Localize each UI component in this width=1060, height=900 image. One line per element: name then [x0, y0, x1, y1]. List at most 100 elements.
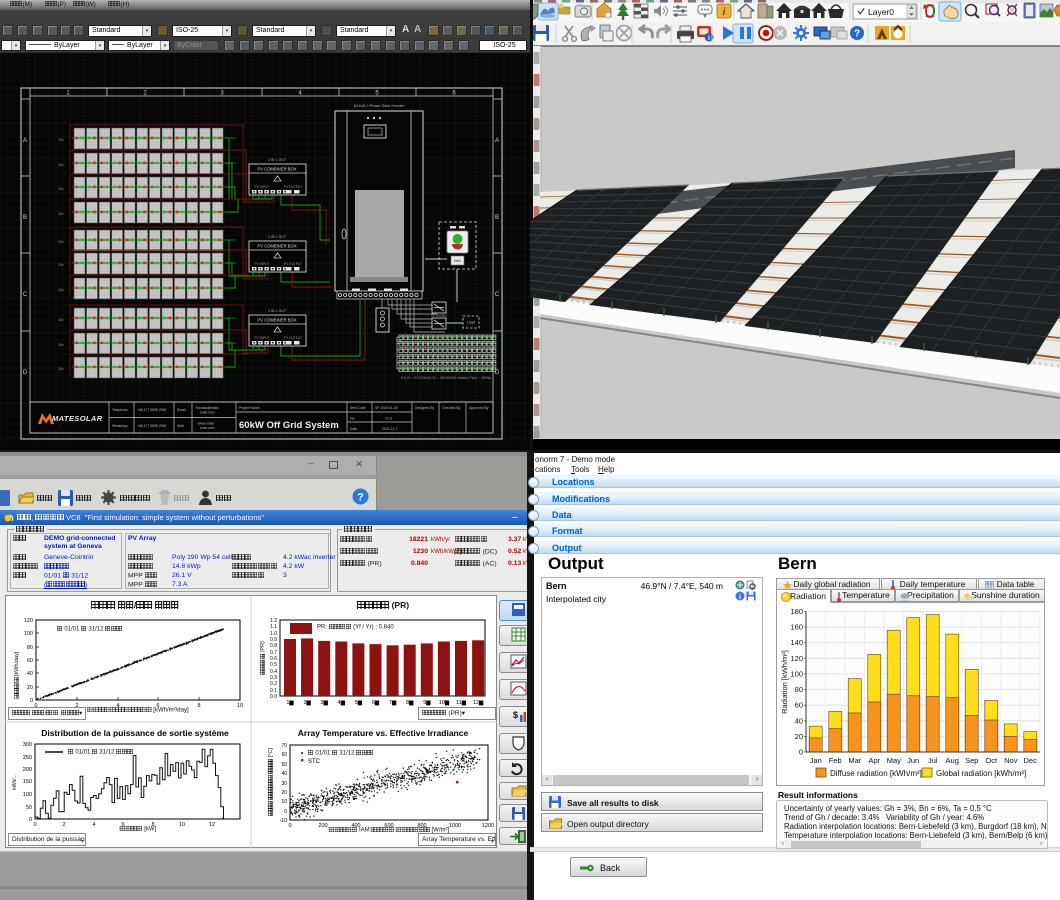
- svg-text:STC: STC: [308, 759, 321, 765]
- svg-text:0.7: 0.7: [270, 650, 277, 656]
- svg-text:thomas@mate-: thomas@mate-: [196, 406, 219, 410]
- svg-text:Mar: Mar: [848, 756, 861, 765]
- svg-text:MATESOLAR: MATESOLAR: [52, 414, 103, 423]
- svg-text:0.4: 0.4: [270, 669, 277, 675]
- svg-text:PV INPUT: PV INPUT: [255, 185, 270, 189]
- svg-text:Layer0: Layer0: [868, 7, 894, 17]
- svg-text:10x: 10x: [58, 240, 64, 244]
- svg-text:120: 120: [24, 618, 33, 624]
- svg-text:0.1: 0.1: [270, 688, 277, 694]
- svg-text:0.2: 0.2: [270, 681, 277, 687]
- svg-text:i: i: [739, 594, 741, 601]
- svg-text:Feb: Feb: [829, 756, 842, 765]
- svg-text:2▆: 2▆: [303, 700, 311, 706]
- svg-text:50: 50: [26, 805, 32, 811]
- svg-text:7▆: 7▆: [389, 700, 397, 706]
- svg-text:300: 300: [23, 742, 32, 748]
- svg-text:V1.0: V1.0: [385, 417, 392, 421]
- svg-text:Aug: Aug: [946, 756, 959, 765]
- svg-text:4: 4: [92, 822, 95, 828]
- svg-text:PV OUTPUT: PV OUTPUT: [284, 262, 302, 266]
- svg-text:Email: Email: [177, 408, 186, 412]
- svg-text:0: 0: [30, 698, 33, 704]
- svg-text:Apr: Apr: [868, 756, 880, 765]
- svg-text:9▆: 9▆: [423, 700, 431, 706]
- svg-text:0.0: 0.0: [270, 694, 277, 700]
- svg-text:60: 60: [281, 752, 287, 758]
- svg-text:?: ?: [854, 29, 860, 40]
- svg-text:3▆: 3▆: [321, 700, 329, 706]
- svg-text:0: 0: [288, 823, 291, 829]
- svg-text:150: 150: [23, 779, 32, 785]
- svg-text:80: 80: [795, 685, 803, 694]
- svg-text:3 IN 1 OUT: 3 IN 1 OUT: [268, 235, 287, 239]
- svg-text:1.0: 1.0: [270, 631, 277, 637]
- svg-text:Date: Date: [350, 427, 357, 431]
- svg-text:6▆: 6▆: [372, 700, 380, 706]
- svg-text:1.1: 1.1: [270, 624, 277, 630]
- svg-text:0.6: 0.6: [270, 656, 277, 662]
- svg-text:120: 120: [790, 654, 803, 663]
- svg-text:2022-11-1: 2022-11-1: [382, 427, 397, 431]
- svg-text:180: 180: [790, 607, 803, 616]
- svg-text:60: 60: [795, 701, 803, 710]
- svg-text:A: A: [23, 138, 27, 144]
- svg-text:140: 140: [790, 638, 803, 647]
- svg-text:Sep: Sep: [965, 756, 978, 765]
- svg-text:Item Code: Item Code: [350, 406, 366, 410]
- svg-text:0: 0: [799, 748, 803, 757]
- svg-text:Nov: Nov: [1004, 756, 1018, 765]
- svg-text:solar.com: solar.com: [200, 426, 215, 430]
- svg-text:60kW Off Grid System: 60kW Off Grid System: [239, 420, 339, 431]
- svg-text:Distribution de la puissance d: Distribution de la puissance de sortie s…: [41, 728, 229, 738]
- svg-text:Oct: Oct: [985, 756, 998, 765]
- svg-text:i: i: [723, 7, 726, 18]
- svg-text:Jun: Jun: [907, 756, 919, 765]
- svg-text:Checked By: Checked By: [442, 406, 461, 410]
- svg-text:Project Name: Project Name: [239, 406, 260, 410]
- svg-text:WhatsApp: WhatsApp: [112, 424, 128, 428]
- svg-text:Array Temperature vs. Effectiv: Array Temperature vs. Effective Irradian…: [298, 728, 469, 738]
- svg-text:0.3: 0.3: [270, 675, 277, 681]
- svg-text:Global radiation [kWh/m²]: Global radiation [kWh/m²]: [936, 769, 1026, 778]
- svg-text:20: 20: [281, 790, 287, 796]
- svg-text:5▆: 5▆: [355, 700, 363, 706]
- svg-text:May: May: [887, 756, 901, 765]
- svg-text:10x: 10x: [58, 367, 64, 371]
- svg-text:200: 200: [23, 767, 32, 773]
- svg-text:Dec: Dec: [1024, 756, 1038, 765]
- svg-text:40: 40: [281, 771, 287, 777]
- svg-text:+86 177 5698 2906: +86 177 5698 2906: [137, 408, 166, 412]
- svg-text:10: 10: [179, 822, 185, 828]
- svg-text:11▆: 11▆: [456, 700, 467, 706]
- svg-text:PV INPUT: PV INPUT: [255, 336, 270, 340]
- svg-text:80: 80: [27, 645, 33, 651]
- svg-text:PV COMBINER BOX: PV COMBINER BOX: [257, 318, 297, 323]
- svg-text:100: 100: [24, 631, 33, 637]
- svg-text:160: 160: [790, 623, 803, 632]
- svg-text:10x: 10x: [58, 187, 64, 191]
- svg-text:www.mate-: www.mate-: [198, 422, 215, 426]
- svg-text:12▆: 12▆: [473, 700, 484, 706]
- svg-text:40: 40: [795, 716, 803, 725]
- svg-text:Approved By: Approved By: [469, 406, 489, 410]
- svg-text:10x: 10x: [58, 343, 64, 347]
- svg-text:70: 70: [281, 743, 287, 749]
- svg-text:250: 250: [23, 755, 32, 761]
- svg-text:C: C: [495, 292, 500, 298]
- svg-text:PV COMBINER BOX: PV COMBINER BOX: [257, 244, 297, 249]
- svg-text:0: 0: [33, 822, 36, 828]
- svg-text:kWh/...: kWh/...: [12, 774, 18, 790]
- svg-text:10: 10: [237, 703, 243, 709]
- svg-text:1000: 1000: [449, 823, 461, 829]
- svg-text:0.8: 0.8: [270, 643, 277, 649]
- svg-text:C: C: [23, 292, 28, 298]
- svg-text:200: 200: [318, 823, 327, 829]
- svg-text:Radiation [kWh/m²]: Radiation [kWh/m²]: [780, 650, 789, 714]
- svg-text:0.5: 0.5: [270, 662, 277, 668]
- svg-text:SP-2022/11-05: SP-2022/11-05: [375, 406, 398, 410]
- svg-text:4▆: 4▆: [338, 700, 346, 706]
- svg-text:10x: 10x: [58, 318, 64, 322]
- svg-text:Web: Web: [177, 424, 184, 428]
- svg-text:Ver: Ver: [350, 417, 356, 421]
